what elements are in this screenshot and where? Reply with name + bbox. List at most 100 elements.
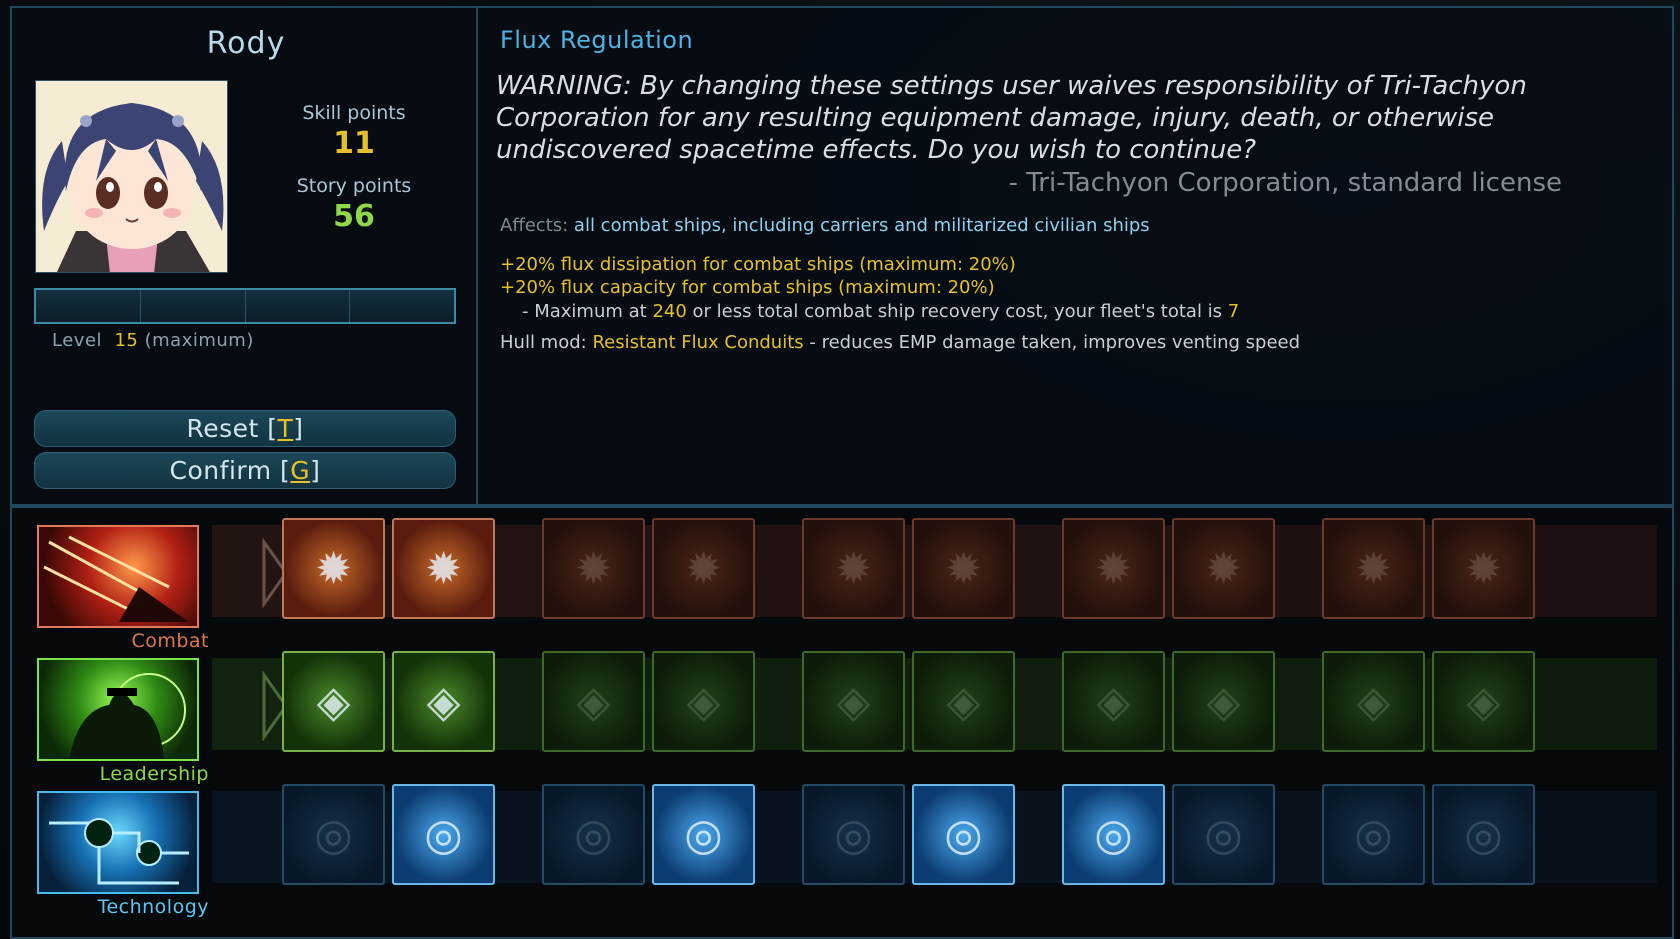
confirm-button[interactable]: Confirm [G]	[34, 452, 456, 489]
skill-missile-specialization[interactable]: ✹	[912, 518, 1015, 619]
systems-expertise-icon: ✹	[1465, 543, 1502, 594]
level-note: (maximum)	[144, 330, 254, 351]
reset-button[interactable]: Reset [T]	[34, 410, 456, 447]
ballistic-mastery-icon: ✹	[835, 543, 872, 594]
impact-mitigation-icon: ✹	[1205, 543, 1242, 594]
level-label: Level	[52, 330, 103, 351]
aptitude-combat-label: Combat	[131, 630, 209, 652]
experience-bar-segment	[245, 290, 351, 322]
skill-electronic-warfare[interactable]: ◎	[912, 784, 1015, 885]
target-analysis-icon: ✹	[315, 543, 352, 594]
skill-ballistic-mastery[interactable]: ✹	[802, 518, 905, 619]
cybernetic-augmentation-icon: ◎	[1204, 809, 1243, 860]
reset-label: Reset [	[186, 414, 278, 443]
skill-best-of-the-best[interactable]: ◈	[1322, 651, 1425, 752]
best-of-the-best-icon: ◈	[1356, 676, 1391, 727]
wolfpack-icon: ◈	[576, 676, 611, 727]
experience-bar-segment	[140, 290, 246, 322]
skill-coordinated-maneuvers[interactable]: ◈	[392, 651, 495, 752]
officer-management-icon: ◈	[1206, 676, 1241, 727]
hullmod-label: Hull mod:	[500, 332, 587, 353]
skill-energy-weapon[interactable]: ✹	[1062, 518, 1165, 619]
aptitude-technology[interactable]	[37, 791, 199, 894]
damage-control-icon: ✹	[1355, 543, 1392, 594]
energy-weapon-icon: ✹	[1095, 543, 1132, 594]
skill-gunnery-implants[interactable]: ◎	[542, 784, 645, 885]
skill-officer-management[interactable]: ◈	[1172, 651, 1275, 752]
aptitude-leadership[interactable]	[37, 658, 199, 761]
navigation-icon: ◎	[314, 809, 353, 860]
skill-screen: Rody Skill points 11 Story points 56 Lev…	[0, 0, 1680, 939]
condition-max-value: 240	[652, 301, 687, 322]
skill-impact-mitigation[interactable]: ✹	[1172, 518, 1275, 619]
support-doctrine-icon: ◈	[1466, 676, 1501, 727]
skill-support-doctrine[interactable]: ◈	[1432, 651, 1535, 752]
level-value: 15	[114, 330, 139, 351]
circuit-icon	[49, 818, 189, 885]
experience-bar-segment	[350, 290, 454, 322]
hullmod-name: Resistant Flux Conduits	[592, 332, 804, 353]
condition-fleet-total: 7	[1227, 301, 1240, 322]
character-portrait	[35, 80, 228, 273]
story-points-label: Story points	[296, 175, 412, 197]
affects-label: Affects:	[500, 215, 569, 236]
skill-shield-modulation[interactable]: ✹	[652, 518, 755, 619]
skill-phase-coil[interactable]: ◎	[802, 784, 905, 885]
reset-label-end: ]	[293, 414, 304, 443]
skill-sensors[interactable]: ◎	[392, 784, 495, 885]
skill-points-value: 11	[333, 126, 375, 161]
skill-flux-regulation[interactable]: ◎	[652, 784, 755, 885]
skill-effect-condition: - Maximum at 240 or less total combat sh…	[522, 301, 1239, 322]
point-defense-icon: ✹	[575, 543, 612, 594]
skill-affects: Affects: all combat ships, including car…	[500, 215, 1150, 236]
skill-automated-ships[interactable]: ◎	[1322, 784, 1425, 885]
aptitude-combat[interactable]	[37, 525, 199, 628]
skill-systems-expertise[interactable]: ✹	[1432, 518, 1535, 619]
skill-neural-link[interactable]: ◎	[1432, 784, 1535, 885]
skill-tactical-drills[interactable]: ◈	[282, 651, 385, 752]
level-line: Level 15 (maximum)	[52, 330, 254, 351]
flagship-fighter-icon: ✹	[425, 543, 462, 594]
character-name: Rody	[206, 26, 286, 61]
skill-damage-control[interactable]: ✹	[1322, 518, 1425, 619]
skill-cybernetic-augmentation[interactable]: ◎	[1172, 784, 1275, 885]
experience-bar-segment	[36, 290, 141, 322]
skill-crew-training[interactable]: ◈	[652, 651, 755, 752]
aptitude-technology-label: Technology	[97, 896, 209, 918]
skill-target-analysis[interactable]: ✹	[282, 518, 385, 619]
skill-point-defense[interactable]: ✹	[542, 518, 645, 619]
missile-specialization-icon: ✹	[945, 543, 982, 594]
confirm-label: Confirm [	[169, 456, 291, 485]
skill-title: Flux Regulation	[500, 26, 694, 54]
confirm-label-end: ]	[310, 456, 321, 485]
skill-fighter-uplink[interactable]: ◈	[912, 651, 1015, 752]
reset-hotkey: T	[277, 414, 294, 443]
sensors-icon: ◎	[424, 809, 463, 860]
anime-girl-portrait-icon	[36, 81, 227, 272]
crew-training-icon: ◈	[686, 676, 721, 727]
skill-flagship-fighter[interactable]: ✹	[392, 518, 495, 619]
condition-middle: or less total combat ship recovery cost,…	[692, 301, 1223, 322]
flux-regulation-icon: ◎	[684, 809, 723, 860]
missile-barrage-icon	[43, 535, 189, 622]
skill-description-panel: Flux Regulation WARNING: By changing the…	[476, 6, 1674, 506]
affects-value: all combat ships, including carriers and…	[573, 215, 1150, 236]
aptitude-leadership-label: Leadership	[99, 763, 209, 785]
skill-wolfpack[interactable]: ◈	[542, 651, 645, 752]
skill-carrier-group[interactable]: ◈	[802, 651, 905, 752]
skill-points-label: Skill points	[302, 102, 406, 124]
condition-prefix: - Maximum at	[522, 301, 647, 322]
shield-modulation-icon: ✹	[685, 543, 722, 594]
skill-effect-2: +20% flux capacity for combat ships (max…	[500, 277, 995, 298]
phase-coil-icon: ◎	[834, 809, 873, 860]
skill-power-grid[interactable]: ◎	[1062, 784, 1165, 885]
skill-officer-training[interactable]: ◈	[1062, 651, 1165, 752]
skill-navigation[interactable]: ◎	[282, 784, 385, 885]
hullmod-description: - reduces EMP damage taken, improves ven…	[809, 332, 1301, 353]
tactical-drills-icon: ◈	[316, 676, 351, 727]
power-grid-icon: ◎	[1094, 809, 1133, 860]
skill-flavor-source: - Tri-Tachyon Corporation, standard lice…	[1008, 168, 1562, 198]
fighter-uplink-icon: ◈	[946, 676, 981, 727]
automated-ships-icon: ◎	[1354, 809, 1393, 860]
electronic-warfare-icon: ◎	[944, 809, 983, 860]
